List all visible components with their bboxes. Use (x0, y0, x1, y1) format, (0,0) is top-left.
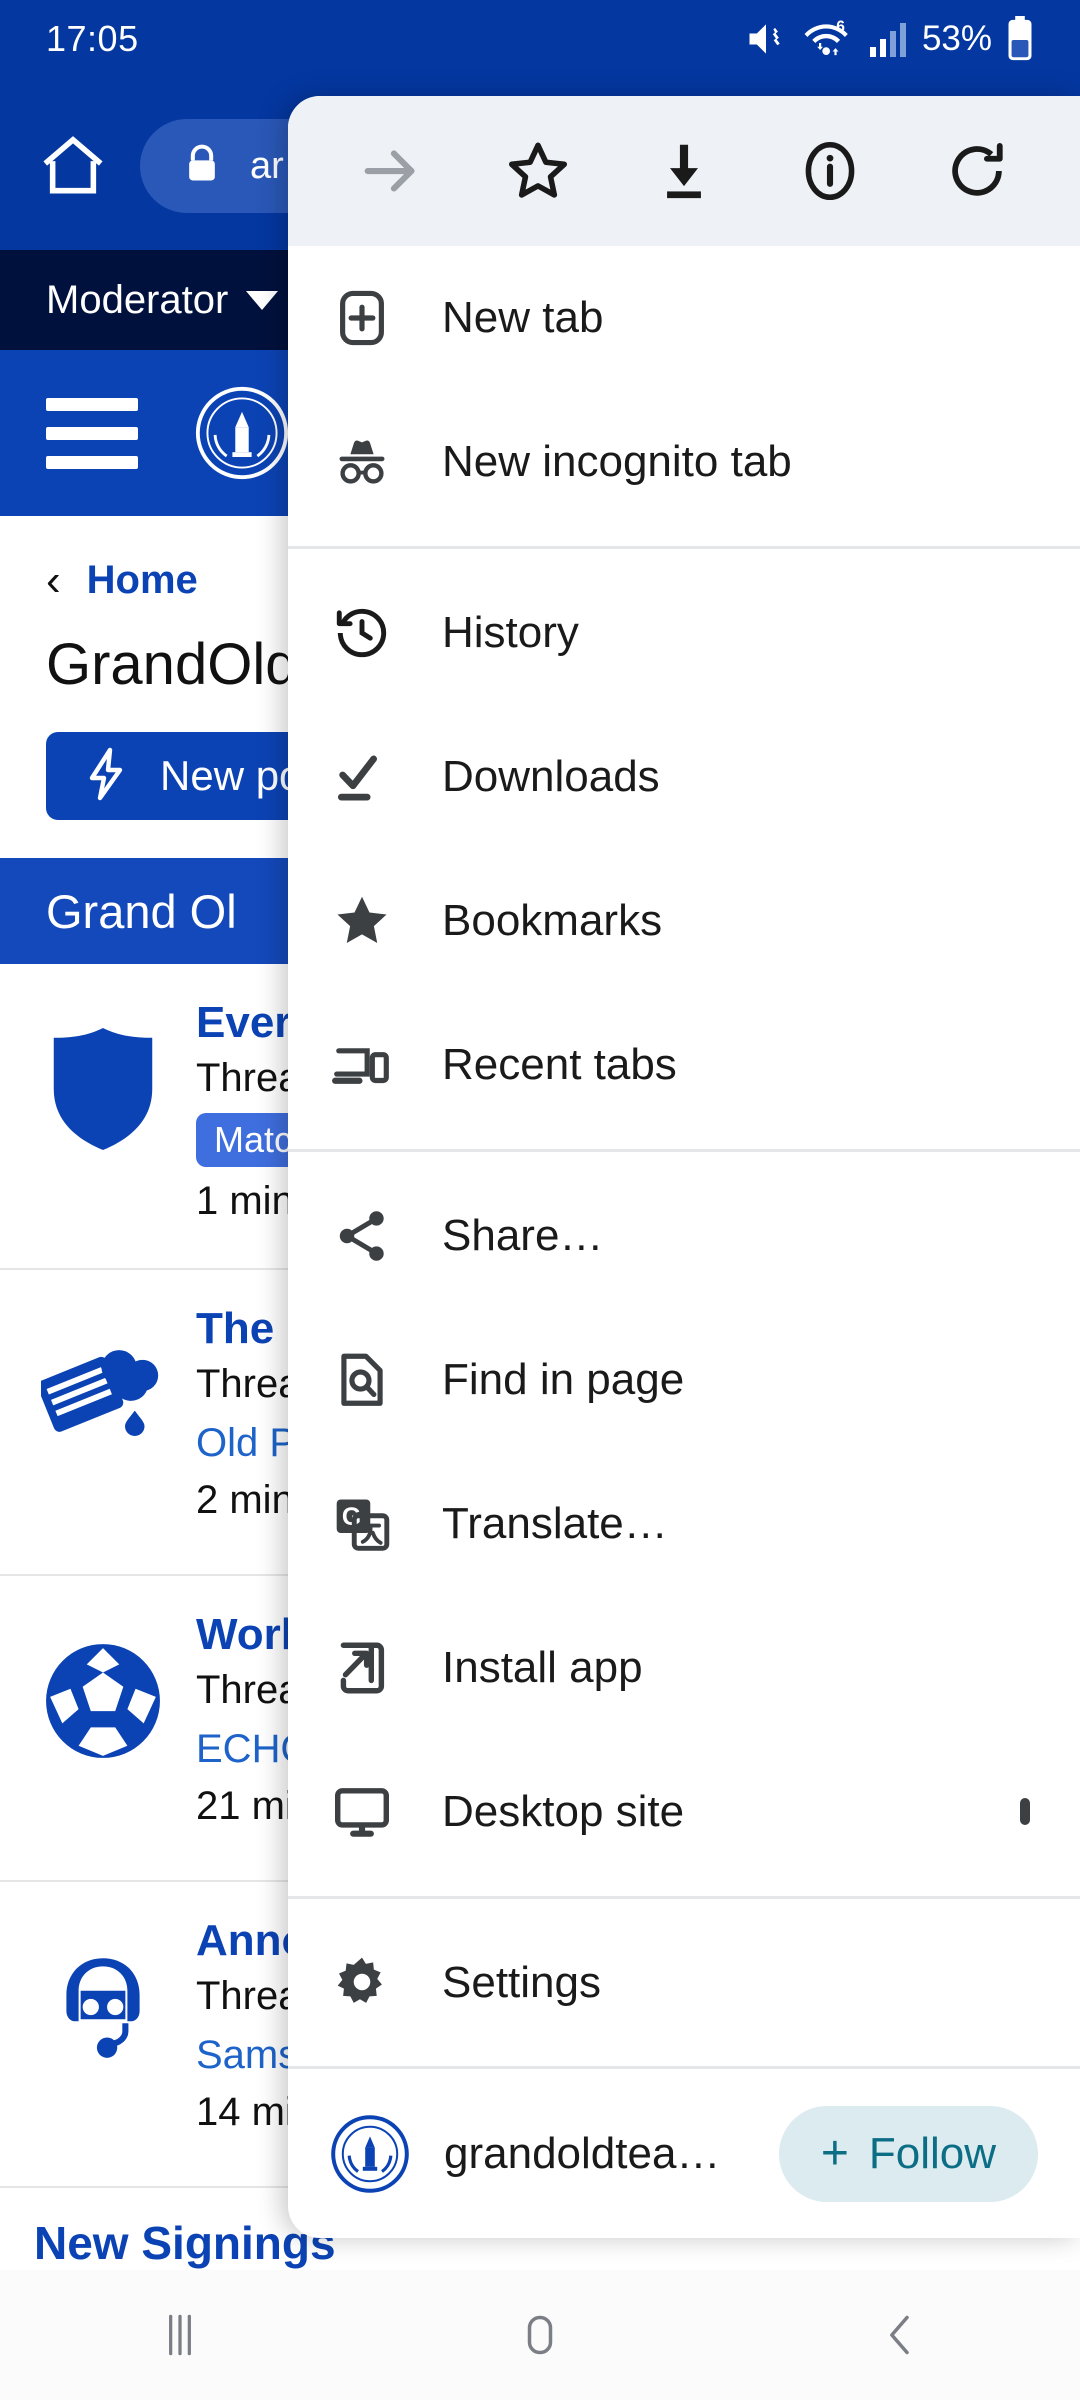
translate-icon: G (330, 1492, 394, 1556)
tab-label: Grand Ol (46, 884, 237, 938)
menu-item-history[interactable]: History (288, 561, 1080, 705)
menu-item-new-incognito-tab[interactable]: New incognito tab (288, 390, 1080, 534)
find-in-page-icon (330, 1348, 394, 1412)
android-navigation-bar (0, 2270, 1080, 2400)
follow-button[interactable]: + Follow (778, 2105, 1038, 2202)
hamburger-icon[interactable] (46, 397, 138, 469)
download-icon[interactable] (639, 126, 729, 216)
phone-screen: 17:05 6 53% ar Moderator ‹ Home GrandOld… (0, 0, 1080, 2400)
newspaper-rain-icon (34, 1326, 172, 1464)
gear-icon (330, 1951, 394, 2015)
status-clock: 17:05 (46, 18, 139, 59)
install-app-icon (330, 1636, 394, 1700)
menu-item-label: Bookmarks (442, 896, 663, 945)
follow-label: Follow (868, 2128, 996, 2178)
plus-icon: + (820, 2126, 849, 2180)
status-bar: 17:05 6 53% (0, 0, 1080, 78)
site-logo (330, 2114, 410, 2194)
menu-item-label: Share… (442, 1211, 604, 1260)
lightning-bolt-icon (82, 746, 130, 807)
site-logo[interactable] (194, 385, 290, 481)
menu-item-desktop-site[interactable]: Desktop site (288, 1740, 1080, 1884)
menu-item-settings[interactable]: Settings (288, 1911, 1080, 2055)
breadcrumb-home-link[interactable]: Home (87, 558, 198, 603)
back-chevron-icon[interactable] (840, 2275, 960, 2395)
menu-item-downloads[interactable]: Downloads (288, 705, 1080, 849)
lock-icon (180, 142, 224, 191)
menu-item-recent-tabs[interactable]: Recent tabs (288, 993, 1080, 1137)
new-post-label: New po (160, 752, 303, 799)
desktop-site-checkbox[interactable] (1020, 1798, 1030, 1825)
info-circle-icon[interactable] (785, 126, 875, 216)
wifi6-icon: 6 (802, 17, 854, 61)
menu-item-label: Settings (442, 1958, 601, 2007)
history-icon (330, 601, 394, 665)
moderator-label: Moderator (46, 277, 229, 322)
bookmarks-star-icon (330, 889, 394, 953)
menu-item-label: Downloads (442, 752, 660, 801)
menu-item-label: New tab (442, 293, 604, 342)
desktop-site-icon (330, 1780, 394, 1844)
shield-icon (34, 1020, 172, 1158)
menu-item-bookmarks[interactable]: Bookmarks (288, 849, 1080, 993)
menu-divider (288, 546, 1080, 549)
menu-item-label: Install app (442, 1643, 643, 1692)
home-square-icon[interactable] (480, 2275, 600, 2395)
football-icon (34, 1632, 172, 1770)
headset-person-icon (34, 1938, 172, 2076)
new-tab-icon (330, 286, 394, 350)
menu-items: New tab New incognito tab History Downlo… (288, 246, 1080, 2066)
star-outline-icon[interactable] (493, 126, 583, 216)
menu-divider (288, 1149, 1080, 1152)
menu-item-label: New incognito tab (442, 437, 792, 486)
menu-quick-actions (288, 96, 1080, 246)
menu-site-footer: grandoldtea… + Follow (288, 2066, 1080, 2238)
menu-item-share[interactable]: Share… (288, 1164, 1080, 1308)
recents-icon[interactable] (120, 2275, 240, 2395)
battery-icon (1006, 16, 1034, 62)
incognito-icon (330, 430, 394, 494)
menu-item-install-app[interactable]: Install app (288, 1596, 1080, 1740)
signal-bars-icon (868, 19, 908, 59)
menu-item-new-tab[interactable]: New tab (288, 246, 1080, 390)
menu-item-translate[interactable]: G Translate… (288, 1452, 1080, 1596)
url-text: ar (250, 144, 284, 187)
forward-arrow-icon[interactable] (346, 126, 436, 216)
share-icon (330, 1204, 394, 1268)
chevron-down-icon[interactable] (246, 290, 279, 310)
svg-text:6: 6 (836, 19, 845, 36)
menu-item-find-in-page[interactable]: Find in page (288, 1308, 1080, 1452)
menu-item-label: Translate… (442, 1499, 668, 1548)
menu-divider (288, 1896, 1080, 1899)
menu-item-label: Find in page (442, 1355, 685, 1404)
breadcrumb-back-icon[interactable]: ‹ (46, 558, 61, 603)
menu-item-label: History (442, 608, 579, 657)
site-name: grandoldtea… (444, 2128, 721, 2178)
battery-percent: 53% (921, 19, 992, 58)
menu-item-label: Recent tabs (442, 1040, 677, 1089)
status-indicators: 6 53% (744, 16, 1034, 62)
menu-item-label: Desktop site (442, 1787, 685, 1836)
downloads-icon (330, 745, 394, 809)
reload-icon[interactable] (932, 126, 1022, 216)
browser-overflow-menu: New tab New incognito tab History Downlo… (288, 96, 1080, 2238)
mute-icon (744, 17, 788, 61)
home-icon[interactable] (30, 123, 116, 209)
recent-tabs-icon (330, 1033, 394, 1097)
